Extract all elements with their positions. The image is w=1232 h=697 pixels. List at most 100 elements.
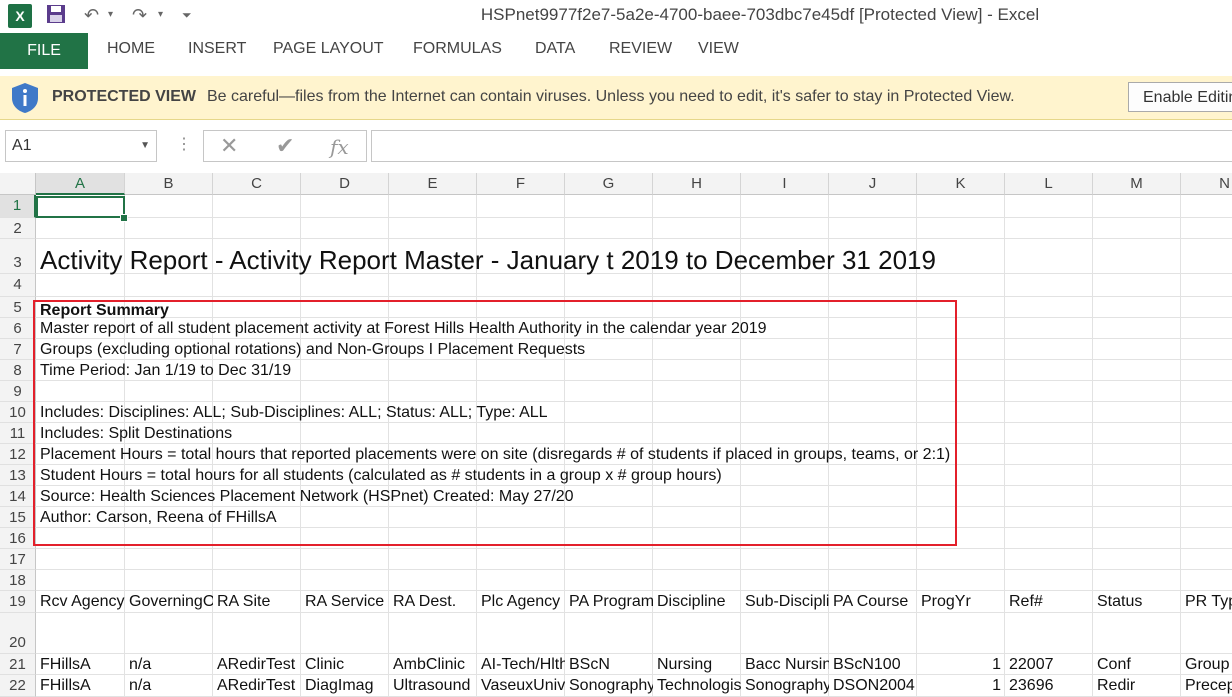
cancel-icon[interactable]: ✕	[220, 133, 238, 159]
redo-dropdown-icon[interactable]: ▾	[158, 4, 163, 26]
column-header-a[interactable]: A	[36, 173, 125, 195]
fill-handle[interactable]	[120, 214, 128, 222]
column-label-cell[interactable]: RA Service	[301, 593, 389, 611]
column-header-e[interactable]: E	[389, 173, 477, 195]
tab-review[interactable]: REVIEW	[609, 40, 672, 58]
enable-editing-button[interactable]: Enable Editing	[1128, 82, 1232, 112]
tab-insert[interactable]: INSERT	[188, 40, 246, 58]
column-header-n[interactable]: N	[1181, 173, 1232, 195]
data-cell[interactable]: DSON2004	[829, 677, 917, 695]
column-label-cell[interactable]: RA Site	[213, 593, 301, 611]
enter-check-icon[interactable]: ✔	[276, 133, 294, 159]
tab-formulas[interactable]: FORMULAS	[413, 40, 502, 58]
row-header-13[interactable]: 13	[0, 465, 36, 486]
data-cell[interactable]: 22007	[1005, 656, 1093, 674]
data-cell[interactable]: n/a	[125, 677, 213, 695]
column-label-cell[interactable]: Rcv Agency	[36, 593, 125, 611]
save-icon[interactable]	[46, 4, 66, 26]
selected-cell-a1[interactable]	[36, 196, 125, 218]
row-header-19[interactable]: 19	[0, 591, 36, 613]
data-cell[interactable]: Sonography	[741, 677, 829, 695]
data-cell[interactable]: Clinic	[301, 656, 389, 674]
data-cell[interactable]: AmbClinic	[389, 656, 477, 674]
data-cell[interactable]: ARedirTest	[213, 677, 301, 695]
column-label-cell[interactable]: PA Course	[829, 593, 917, 611]
column-header-c[interactable]: C	[213, 173, 301, 195]
undo-icon[interactable]: ↶	[84, 4, 99, 26]
data-cell[interactable]: Sonography	[565, 677, 653, 695]
row-header-6[interactable]: 6	[0, 318, 36, 339]
row-header-1[interactable]: 1	[0, 195, 36, 218]
row-header-9[interactable]: 9	[0, 381, 36, 402]
column-header-i[interactable]: I	[741, 173, 829, 195]
row-header-5[interactable]: 5	[0, 297, 36, 318]
column-label-cell[interactable]: Plc Agency	[477, 593, 565, 611]
column-header-d[interactable]: D	[301, 173, 389, 195]
column-header-l[interactable]: L	[1005, 173, 1093, 195]
column-label-cell[interactable]: Sub-Discipli	[741, 593, 829, 611]
data-cell[interactable]: Ultrasound	[389, 677, 477, 695]
data-cell[interactable]: DiagImag	[301, 677, 389, 695]
row-header-3[interactable]: 3	[0, 239, 36, 274]
column-header-k[interactable]: K	[917, 173, 1005, 195]
data-cell[interactable]: FHillsA	[36, 656, 125, 674]
column-label-cell[interactable]: Status	[1093, 593, 1181, 611]
column-label-cell[interactable]: PA Program	[565, 593, 653, 611]
row-header-18[interactable]: 18	[0, 570, 36, 591]
data-cell[interactable]: FHillsA	[36, 677, 125, 695]
insert-function-icon[interactable]: fx	[330, 135, 349, 159]
row-header-7[interactable]: 7	[0, 339, 36, 360]
tab-data[interactable]: DATA	[535, 40, 575, 58]
spreadsheet-grid[interactable]: A B C D E F G H I J K L M N 1 2 3 4 5 6 7 8 9 10 11 12 13 14 15 16 17 1…	[0, 173, 1232, 697]
data-cell[interactable]: BScN100	[829, 656, 917, 674]
row-header-12[interactable]: 12	[0, 444, 36, 465]
data-cell[interactable]: Group	[1181, 656, 1232, 674]
column-label-cell[interactable]: Discipline	[653, 593, 741, 611]
data-cell[interactable]: VaseuxUniv	[477, 677, 565, 695]
name-box[interactable]: A1 ▼	[5, 130, 157, 162]
select-all-corner[interactable]	[0, 173, 36, 195]
data-cell[interactable]: ARedirTest	[213, 656, 301, 674]
row-header-14[interactable]: 14	[0, 486, 36, 507]
row-header-21[interactable]: 21	[0, 654, 36, 675]
more-options-icon[interactable]: ⋮	[176, 134, 192, 154]
formula-input[interactable]	[371, 130, 1232, 162]
data-cell[interactable]: Conf	[1093, 656, 1181, 674]
chevron-down-icon[interactable]: ▼	[140, 131, 150, 161]
tab-view[interactable]: VIEW	[698, 40, 739, 58]
row-header-2[interactable]: 2	[0, 218, 36, 239]
column-header-h[interactable]: H	[653, 173, 741, 195]
data-cell[interactable]: Bacc Nursin	[741, 656, 829, 674]
column-header-j[interactable]: J	[829, 173, 917, 195]
column-label-cell[interactable]: ProgYr	[917, 593, 1005, 611]
customize-toolbar-icon[interactable]: ⏷	[182, 4, 192, 26]
row-header-10[interactable]: 10	[0, 402, 36, 423]
row-header-15[interactable]: 15	[0, 507, 36, 528]
column-label-cell[interactable]: RA Dest.	[389, 593, 477, 611]
data-cell[interactable]: Precep	[1181, 677, 1232, 695]
data-cell[interactable]: Redir	[1093, 677, 1181, 695]
data-cell[interactable]: Nursing	[653, 656, 741, 674]
tab-home[interactable]: HOME	[107, 40, 155, 58]
column-label-cell[interactable]: PR Typ	[1181, 593, 1232, 611]
data-cell[interactable]: AI-Tech/Hlth	[477, 656, 565, 674]
column-header-g[interactable]: G	[565, 173, 653, 195]
row-header-17[interactable]: 17	[0, 549, 36, 570]
row-header-20[interactable]: 20	[0, 613, 36, 654]
undo-dropdown-icon[interactable]: ▾	[108, 4, 113, 26]
data-cell[interactable]: BScN	[565, 656, 653, 674]
data-cell[interactable]: 23696	[1005, 677, 1093, 695]
data-cell[interactable]: 1	[917, 677, 1005, 695]
column-header-b[interactable]: B	[125, 173, 213, 195]
row-header-8[interactable]: 8	[0, 360, 36, 381]
column-label-cell[interactable]: GoverningO	[125, 593, 213, 611]
data-cell[interactable]: n/a	[125, 656, 213, 674]
row-header-11[interactable]: 11	[0, 423, 36, 444]
data-cell[interactable]: 1	[917, 656, 1005, 674]
column-header-f[interactable]: F	[477, 173, 565, 195]
row-header-22[interactable]: 22	[0, 675, 36, 697]
tab-file[interactable]: FILE	[0, 33, 88, 69]
data-cell[interactable]: Technologis	[653, 677, 741, 695]
tab-page-layout[interactable]: PAGE LAYOUT	[273, 40, 384, 58]
column-label-cell[interactable]: Ref#	[1005, 593, 1093, 611]
